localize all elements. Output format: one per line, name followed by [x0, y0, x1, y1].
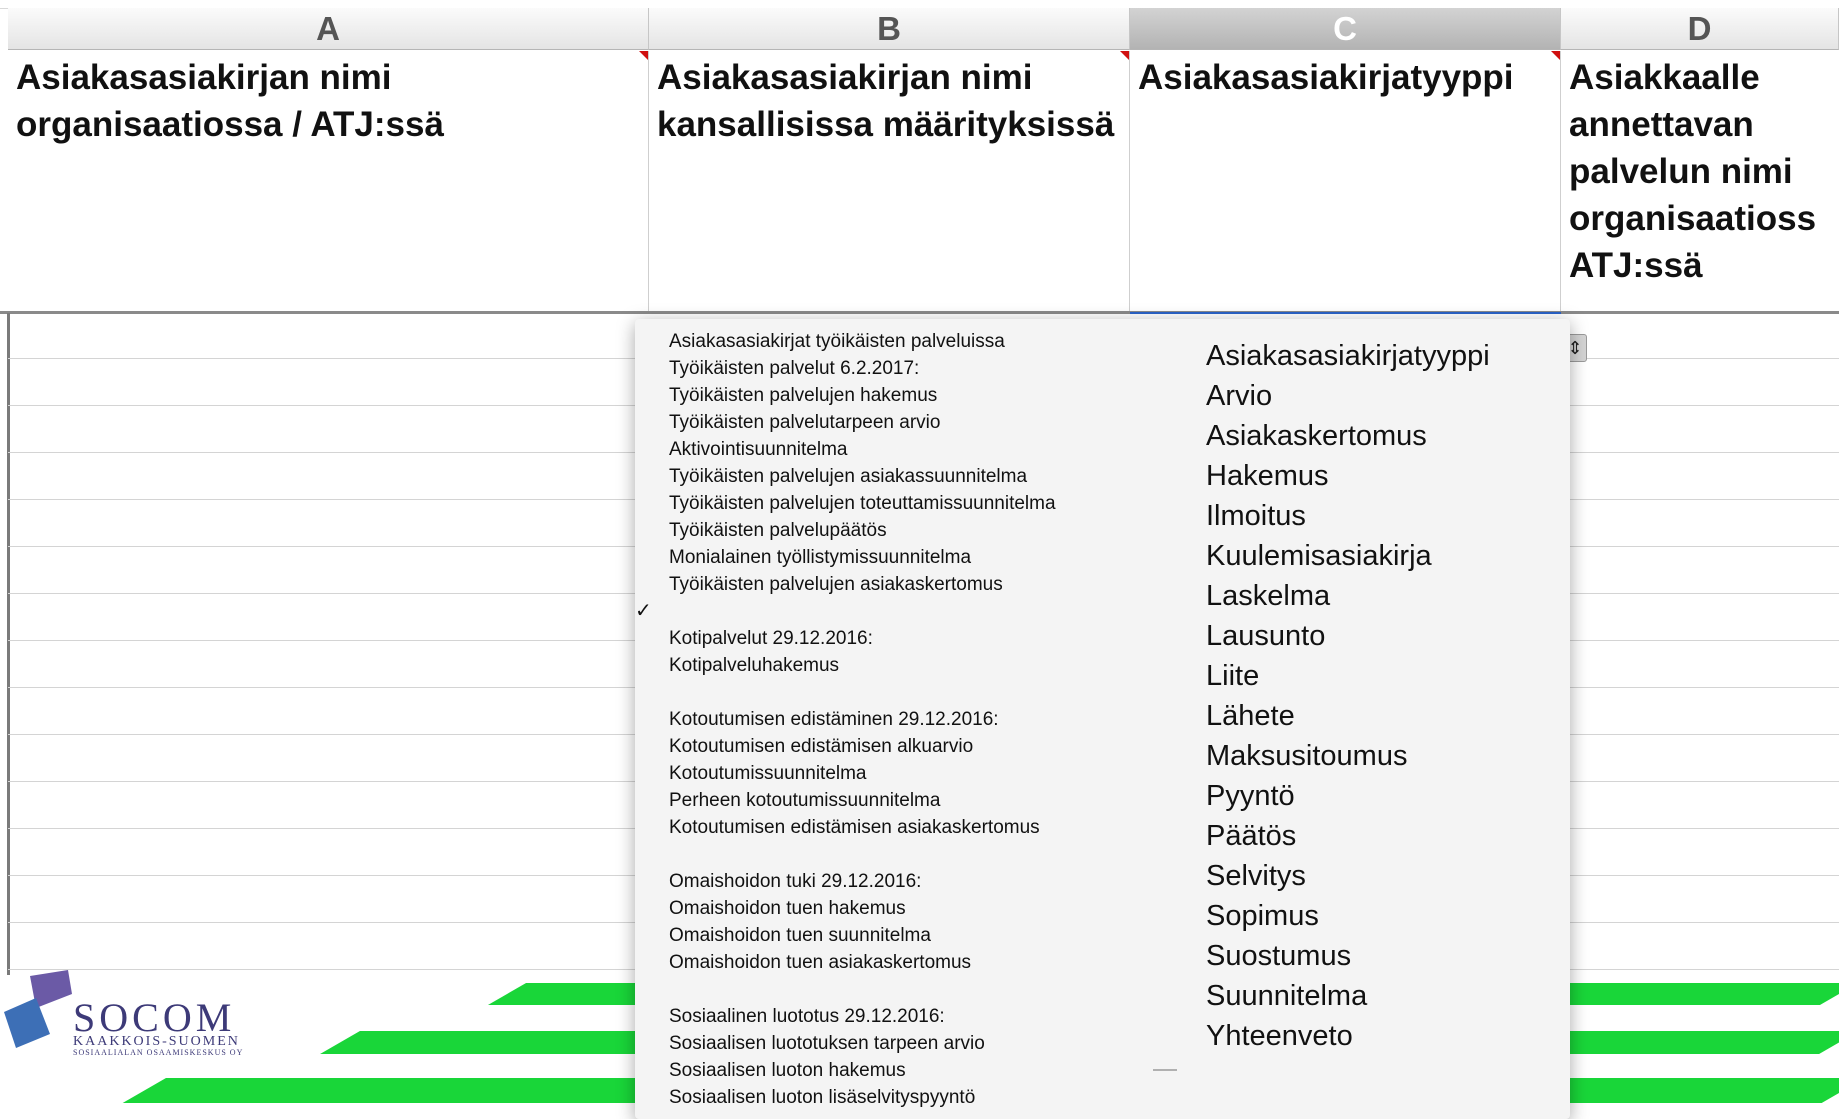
menu-item[interactable]: Työikäisten palvelut 6.2.2017:: [633, 357, 1153, 384]
left-menu-list[interactable]: Asiakasasiakirjat työikäisten palveluiss…: [633, 330, 1153, 1113]
checkmark-icon: ✓: [635, 600, 652, 622]
menu-item-label: Omaishoidon tuen asiakaskertomus: [669, 952, 972, 973]
menu-item-label: Kotipalveluhakemus: [669, 655, 840, 676]
right-menu-list[interactable]: Asiakasasiakirjatyyppi Arvio Asiakaskertom…: [1206, 336, 1566, 1056]
menu-item[interactable]: Kotoutumisen edistämisen alkuarvio: [633, 735, 1153, 762]
menu-item[interactable]: Suunnitelma: [1206, 976, 1566, 1016]
menu-item-label: Omaishoidon tuen suunnitelma: [669, 925, 931, 946]
menu-item[interactable]: Perheen kotoutumissuunnitelma: [633, 789, 1153, 816]
logo-shape-blue: [4, 998, 50, 1048]
menu-item[interactable]: Työikäisten palvelupäätös: [633, 519, 1153, 546]
menu-separator: [633, 978, 1153, 1005]
menu-item[interactable]: Asiakaskertomus: [1206, 416, 1566, 456]
menu-item[interactable]: Arvio: [1206, 376, 1566, 416]
header-cell-c[interactable]: Asiakasasiakirjatyyppi: [1130, 51, 1561, 313]
menu-item-label: Sosiaalinen luototus 29.12.2016:: [669, 1006, 945, 1027]
menu-item-label: Kotoutumisen edistämisen asiakaskertomus: [669, 817, 1040, 838]
menu-item-label: Sosiaalisen luototuksen tarpeen arvio: [669, 1033, 985, 1054]
menu-separator: [633, 843, 1153, 870]
menu-item[interactable]: Yhteenveto: [1206, 1016, 1566, 1056]
menu-item[interactable]: Kotoutumisen edistäminen 29.12.2016:: [633, 708, 1153, 735]
menu-item[interactable]: Selvitys: [1206, 856, 1566, 896]
menu-item[interactable]: Omaishoidon tuki 29.12.2016:: [633, 870, 1153, 897]
menu-item[interactable]: Asiakasasiakirjat työikäisten palveluiss…: [633, 330, 1153, 357]
menu-item[interactable]: Suostumus: [1206, 936, 1566, 976]
column-header-d[interactable]: D: [1561, 8, 1839, 50]
menu-item[interactable]: Kotoutumisen edistämisen asiakaskertomus: [633, 816, 1153, 843]
header-cell-a[interactable]: Asiakasasiakirjan nimi organisaatiossa /…: [8, 51, 649, 313]
menu-item[interactable]: Hakemus: [1206, 456, 1566, 496]
menu-item-label: Kotoutumisen edistämisen alkuarvio: [669, 736, 974, 757]
header-row-border: [0, 311, 1839, 314]
header-cell-d[interactable]: Asiakkaalle annettavan palvelun nimi org…: [1561, 51, 1839, 313]
header-cell-a-text: Asiakasasiakirjan nimi organisaatiossa /…: [16, 58, 444, 144]
menu-item-label: Aktivointisuunnitelma: [669, 439, 848, 460]
menu-item[interactable]: Omaishoidon tuen suunnitelma: [633, 924, 1153, 951]
menu-item-label: Omaishoidon tuki 29.12.2016:: [669, 871, 922, 892]
menu-item-label: Monialainen työllistymissuunnitelma: [669, 547, 972, 568]
menu-item-label: Työikäisten palvelujen asiakassuunnitelm…: [669, 466, 1028, 487]
menu-item[interactable]: Kotoutumissuunnitelma: [633, 762, 1153, 789]
menu-item[interactable]: Monialainen työllistymissuunnitelma: [633, 546, 1153, 573]
menu-item[interactable]: Omaishoidon tuen asiakaskertomus: [633, 951, 1153, 978]
menu-item[interactable]: Työikäisten palvelujen asiakaskertomus: [633, 573, 1153, 600]
menu-item-label: Työikäisten palvelujen asiakaskertomus: [669, 574, 1003, 595]
menu-item[interactable]: Sosiaalisen luototuksen tarpeen arvio: [633, 1032, 1153, 1059]
menu-item-label: Kotoutumisen edistäminen 29.12.2016:: [669, 709, 999, 730]
menu-separator: ✓: [633, 600, 1153, 627]
menu-item[interactable]: Pyyntö: [1206, 776, 1566, 816]
menu-item[interactable]: Lausunto: [1206, 616, 1566, 656]
menu-item[interactable]: Liite: [1206, 656, 1566, 696]
menu-item-label: Omaishoidon tuen hakemus: [669, 898, 906, 919]
menu-item[interactable]: Työikäisten palvelujen toteuttamissuunni…: [633, 492, 1153, 519]
menu-item[interactable]: Maksusitoumus: [1206, 736, 1566, 776]
scroll-indicator[interactable]: [1153, 1069, 1177, 1071]
menu-item[interactable]: Sopimus: [1206, 896, 1566, 936]
menu-item[interactable]: Työikäisten palvelutarpeen arvio: [633, 411, 1153, 438]
comment-indicator[interactable]: [1120, 51, 1129, 60]
menu-item[interactable]: Kotipalvelut 29.12.2016:: [633, 627, 1153, 654]
menu-item-label: Työikäisten palvelupäätös: [669, 520, 887, 541]
menu-item[interactable]: Lähete: [1206, 696, 1566, 736]
menu-item-label: Kotoutumissuunnitelma: [669, 763, 867, 784]
menu-item[interactable]: Omaishoidon tuen hakemus: [633, 897, 1153, 924]
header-cell-d-text: Asiakkaalle annettavan palvelun nimi org…: [1569, 58, 1817, 285]
column-header-c[interactable]: C: [1130, 8, 1561, 50]
menu-item[interactable]: Sosiaalisen luoton hakemus: [633, 1059, 1153, 1086]
menu-item-label: Työikäisten palvelujen toteuttamissuunni…: [669, 493, 1056, 514]
menu-item-label: Kotipalvelut 29.12.2016:: [669, 628, 873, 649]
logo-subtitle-small: SOSIAALIALAN OSAAMISKESKUS OY: [73, 1048, 244, 1057]
header-cell-b[interactable]: Asiakasasiakirjan nimi kansallisissa mää…: [649, 51, 1130, 313]
menu-item-label: Sosiaalisen luoton lisäselvityspyyntö: [669, 1087, 976, 1108]
menu-item[interactable]: Työikäisten palvelujen hakemus: [633, 384, 1153, 411]
menu-item[interactable]: Kotipalveluhakemus: [633, 654, 1153, 681]
menu-item[interactable]: Aktivointisuunnitelma: [633, 438, 1153, 465]
header-cell-c-text: Asiakasasiakirjatyyppi: [1138, 58, 1514, 97]
column-header-a[interactable]: A: [8, 8, 649, 50]
menu-item-label: Perheen kotoutumissuunnitelma: [669, 790, 941, 811]
menu-item[interactable]: Laskelma: [1206, 576, 1566, 616]
comment-indicator[interactable]: [1551, 51, 1560, 60]
column-header-b[interactable]: B: [649, 8, 1130, 50]
menu-separator: [633, 681, 1153, 708]
menu-item[interactable]: Sosiaalisen luoton lisäselvityspyyntö: [633, 1086, 1153, 1113]
menu-item-label: Työikäisten palvelutarpeen arvio: [669, 412, 941, 433]
menu-item-label: Työikäisten palvelujen hakemus: [669, 385, 938, 406]
menu-item[interactable]: Sosiaalinen luototus 29.12.2016:: [633, 1005, 1153, 1032]
menu-item[interactable]: Päätös: [1206, 816, 1566, 856]
menu-item-label: Sosiaalisen luoton hakemus: [669, 1060, 906, 1081]
header-cell-b-text: Asiakasasiakirjan nimi kansallisissa mää…: [657, 58, 1115, 144]
menu-item[interactable]: Ilmoitus: [1206, 496, 1566, 536]
menu-item[interactable]: Asiakasasiakirjatyyppi: [1206, 336, 1566, 376]
menu-item[interactable]: Kuulemisasiakirja: [1206, 536, 1566, 576]
menu-item-label: Asiakasasiakirjat työikäisten palveluiss…: [669, 331, 1005, 352]
menu-item[interactable]: Työikäisten palvelujen asiakassuunnitelm…: [633, 465, 1153, 492]
menu-item-label: Työikäisten palvelut 6.2.2017:: [669, 358, 920, 379]
comment-indicator[interactable]: [639, 51, 648, 60]
